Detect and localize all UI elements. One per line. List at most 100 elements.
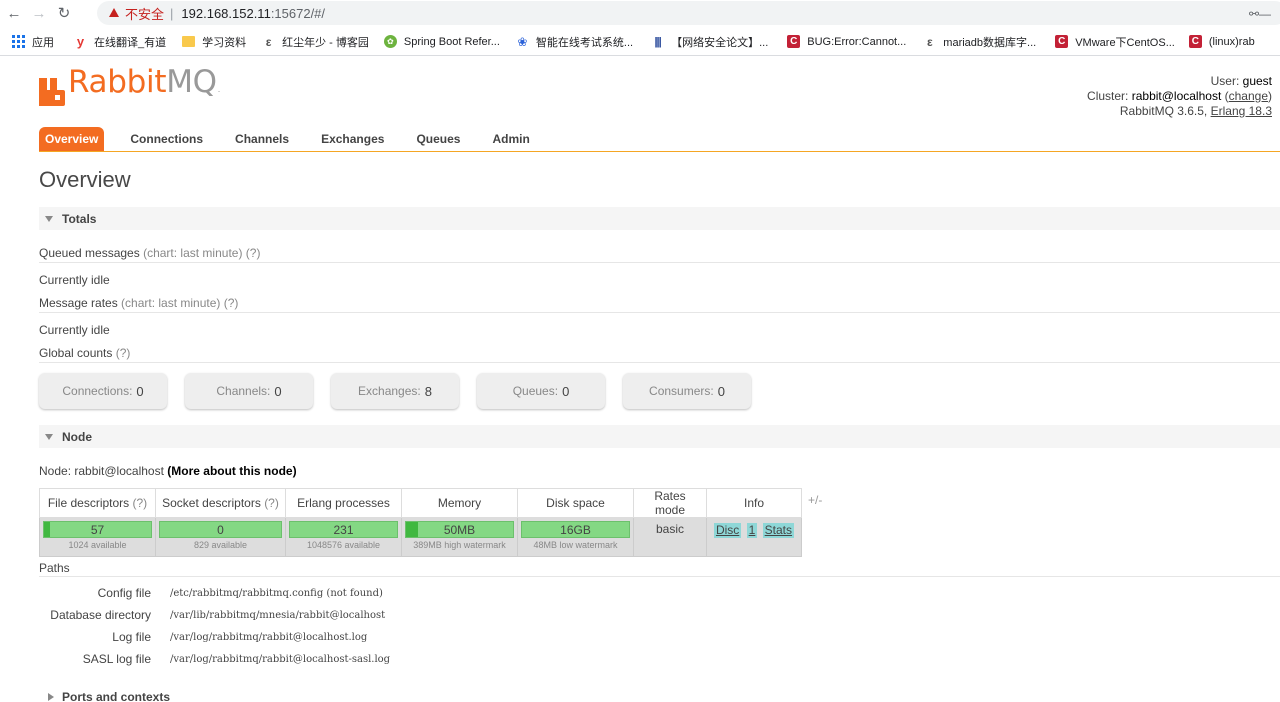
baidu-paw-icon: ❀ bbox=[517, 34, 528, 49]
help-link[interactable]: (?) bbox=[224, 296, 239, 310]
node-name: rabbit@localhost bbox=[74, 464, 164, 478]
bookmark-security-paper[interactable]: ||| 【网络安全论文】... bbox=[651, 31, 768, 53]
csdn-icon: C bbox=[1055, 35, 1069, 48]
chart-range-link[interactable]: (chart: last minute) bbox=[121, 296, 220, 310]
bookmark-spring[interactable]: ✿ Spring Boot Refer... bbox=[383, 31, 500, 53]
bookmark-label: Spring Boot Refer... bbox=[403, 35, 500, 48]
forward-arrow-icon[interactable]: → bbox=[28, 2, 50, 24]
bookmark-exam-system[interactable]: ❀ 智能在线考试系统... bbox=[516, 31, 633, 53]
col-disk-space: Disk space bbox=[517, 488, 634, 518]
rabbitmq-logo[interactable]: RabbitMQ. bbox=[39, 66, 220, 106]
spring-icon: ✿ bbox=[383, 35, 397, 48]
counter-consumers[interactable]: Consumers: 0 bbox=[623, 373, 751, 409]
bookmark-youdao[interactable]: y 在线翻译_有道 bbox=[74, 31, 166, 53]
bookmark-label: BUG:Error:Cannot... bbox=[807, 35, 907, 48]
mem-gauge: 50MB bbox=[405, 521, 514, 538]
col-info: Info bbox=[706, 488, 802, 518]
bookmark-label: VMware下CentOS... bbox=[1075, 36, 1175, 49]
tab-admin[interactable]: Admin bbox=[476, 127, 545, 151]
path-label: Database directory bbox=[50, 608, 151, 622]
tab-exchanges[interactable]: Exchanges bbox=[305, 127, 400, 151]
disk-cell: 16GB 48MB low watermark bbox=[517, 517, 634, 557]
path-row-log: Log file /var/log/rabbitmq/rabbit@localh… bbox=[39, 630, 367, 646]
node-section-toggle[interactable]: Node bbox=[39, 425, 1280, 448]
queued-state: Currently idle bbox=[39, 273, 110, 287]
cluster-name: rabbit@localhost bbox=[1131, 89, 1222, 103]
info-badge-count[interactable]: 1 bbox=[746, 523, 758, 538]
tab-channels[interactable]: Channels bbox=[219, 127, 305, 151]
mem-watermark: 389MB high watermark bbox=[413, 540, 506, 550]
csdn-icon: C bbox=[787, 35, 801, 48]
bookmark-study-folder[interactable]: 学习资料 bbox=[182, 31, 246, 53]
rates-state: Currently idle bbox=[39, 323, 110, 337]
info-badge-disc[interactable]: Disc bbox=[713, 523, 742, 538]
path-value: /etc/rabbitmq/rabbitmq.config (not found… bbox=[170, 588, 383, 599]
sd-cell: 0 829 available bbox=[155, 517, 286, 557]
col-file-descriptors: File descriptors (?) bbox=[39, 488, 156, 518]
back-arrow-icon[interactable]: ← bbox=[3, 2, 25, 24]
page-title: Overview bbox=[39, 167, 131, 192]
change-cluster-link[interactable]: change bbox=[1229, 89, 1268, 103]
help-link[interactable]: (?) bbox=[116, 346, 131, 360]
divider bbox=[39, 262, 1280, 263]
disk-gauge: 16GB bbox=[521, 521, 630, 538]
bookmark-bug-error[interactable]: C BUG:Error:Cannot... bbox=[787, 31, 906, 53]
address-bar[interactable]: 不安全 | 192.168.152.11:15672/#/ ⚯— bbox=[97, 1, 1280, 25]
node-table: File descriptors (?) Socket descriptors … bbox=[39, 488, 802, 557]
erl-available: 1048576 available bbox=[306, 540, 381, 550]
totals-section-toggle[interactable]: Totals bbox=[39, 207, 1280, 230]
url-host: 192.168.152.11 bbox=[181, 5, 271, 21]
help-link[interactable]: (?) bbox=[246, 246, 261, 260]
section-title: Node bbox=[62, 429, 92, 444]
bookmark-label: 【网络安全论文】... bbox=[671, 36, 769, 49]
counter-channels[interactable]: Channels: 0 bbox=[185, 373, 313, 409]
rates-mode-value: basic bbox=[633, 517, 707, 557]
info-badge-stats[interactable]: Stats bbox=[762, 523, 795, 538]
help-link[interactable]: (?) bbox=[133, 496, 148, 510]
rabbit-logo-icon bbox=[39, 78, 65, 106]
help-link[interactable]: (?) bbox=[264, 496, 279, 510]
tab-connections[interactable]: Connections bbox=[114, 127, 219, 151]
queued-messages-heading: Queued messages (chart: last minute) (?) bbox=[39, 246, 261, 260]
counter-exchanges[interactable]: Exchanges: 8 bbox=[331, 373, 459, 409]
path-label: Config file bbox=[97, 586, 151, 600]
more-about-node-link[interactable]: (More about this node) bbox=[167, 464, 296, 478]
bookmark-label: 应用 bbox=[32, 36, 54, 49]
info-cell: Disc 1 Stats bbox=[706, 517, 802, 557]
url-path: :15672/#/ bbox=[270, 5, 326, 21]
bookmark-linux-rabbit[interactable]: C (linux)rab bbox=[1188, 31, 1255, 53]
sd-gauge: 0 bbox=[159, 521, 282, 538]
bookmark-label: 红尘年少 - 博客园 bbox=[282, 36, 369, 49]
fd-cell: 57 1024 available bbox=[39, 517, 156, 557]
bookmark-mariadb[interactable]: ε mariadb数据库字... bbox=[923, 31, 1036, 53]
expand-arrow-icon bbox=[48, 692, 54, 701]
version-text: RabbitMQ 3.6.5, bbox=[1119, 104, 1211, 118]
tab-queues[interactable]: Queues bbox=[400, 127, 476, 151]
bookmark-vmware-centos[interactable]: C VMware下CentOS... bbox=[1055, 31, 1175, 53]
counter-connections[interactable]: Connections: 0 bbox=[39, 373, 167, 409]
apps-grid-icon bbox=[12, 35, 25, 48]
chart-range-link[interactable]: (chart: last minute) bbox=[143, 246, 242, 260]
column-toggle-link[interactable]: +/- bbox=[808, 493, 822, 507]
bookmark-apps[interactable]: 应用 bbox=[12, 31, 54, 53]
fd-gauge: 57 bbox=[43, 521, 152, 538]
folder-icon bbox=[182, 36, 196, 47]
section-title: Ports and contexts bbox=[62, 689, 171, 702]
main-tabs: Overview Connections Channels Exchanges … bbox=[39, 127, 1280, 152]
path-label: Log file bbox=[112, 630, 151, 644]
bookmark-cnblogs[interactable]: ε 红尘年少 - 博客园 bbox=[262, 31, 369, 53]
path-value: /var/log/rabbitmq/rabbit@localhost.log bbox=[170, 632, 368, 643]
divider bbox=[39, 312, 1280, 313]
bookmark-label: 学习资料 bbox=[202, 36, 247, 49]
user-info: User: guest Cluster: rabbit@localhost (c… bbox=[1087, 74, 1272, 118]
bookmarks-bar: 应用 y 在线翻译_有道 学习资料 ε 红尘年少 - 博客园 ✿ Spring … bbox=[0, 28, 1280, 56]
key-icon[interactable]: ⚯— bbox=[1249, 7, 1271, 21]
reload-icon[interactable]: ↻ bbox=[53, 2, 75, 24]
tab-overview[interactable]: Overview bbox=[39, 127, 105, 151]
ports-section-toggle[interactable]: Ports and contexts bbox=[39, 685, 1280, 702]
erl-gauge: 231 bbox=[289, 521, 398, 538]
erlang-version-link[interactable]: Erlang 18.3 bbox=[1211, 104, 1272, 118]
separator: | bbox=[170, 5, 174, 21]
counter-queues[interactable]: Queues: 0 bbox=[477, 373, 605, 409]
section-title: Totals bbox=[62, 211, 97, 226]
